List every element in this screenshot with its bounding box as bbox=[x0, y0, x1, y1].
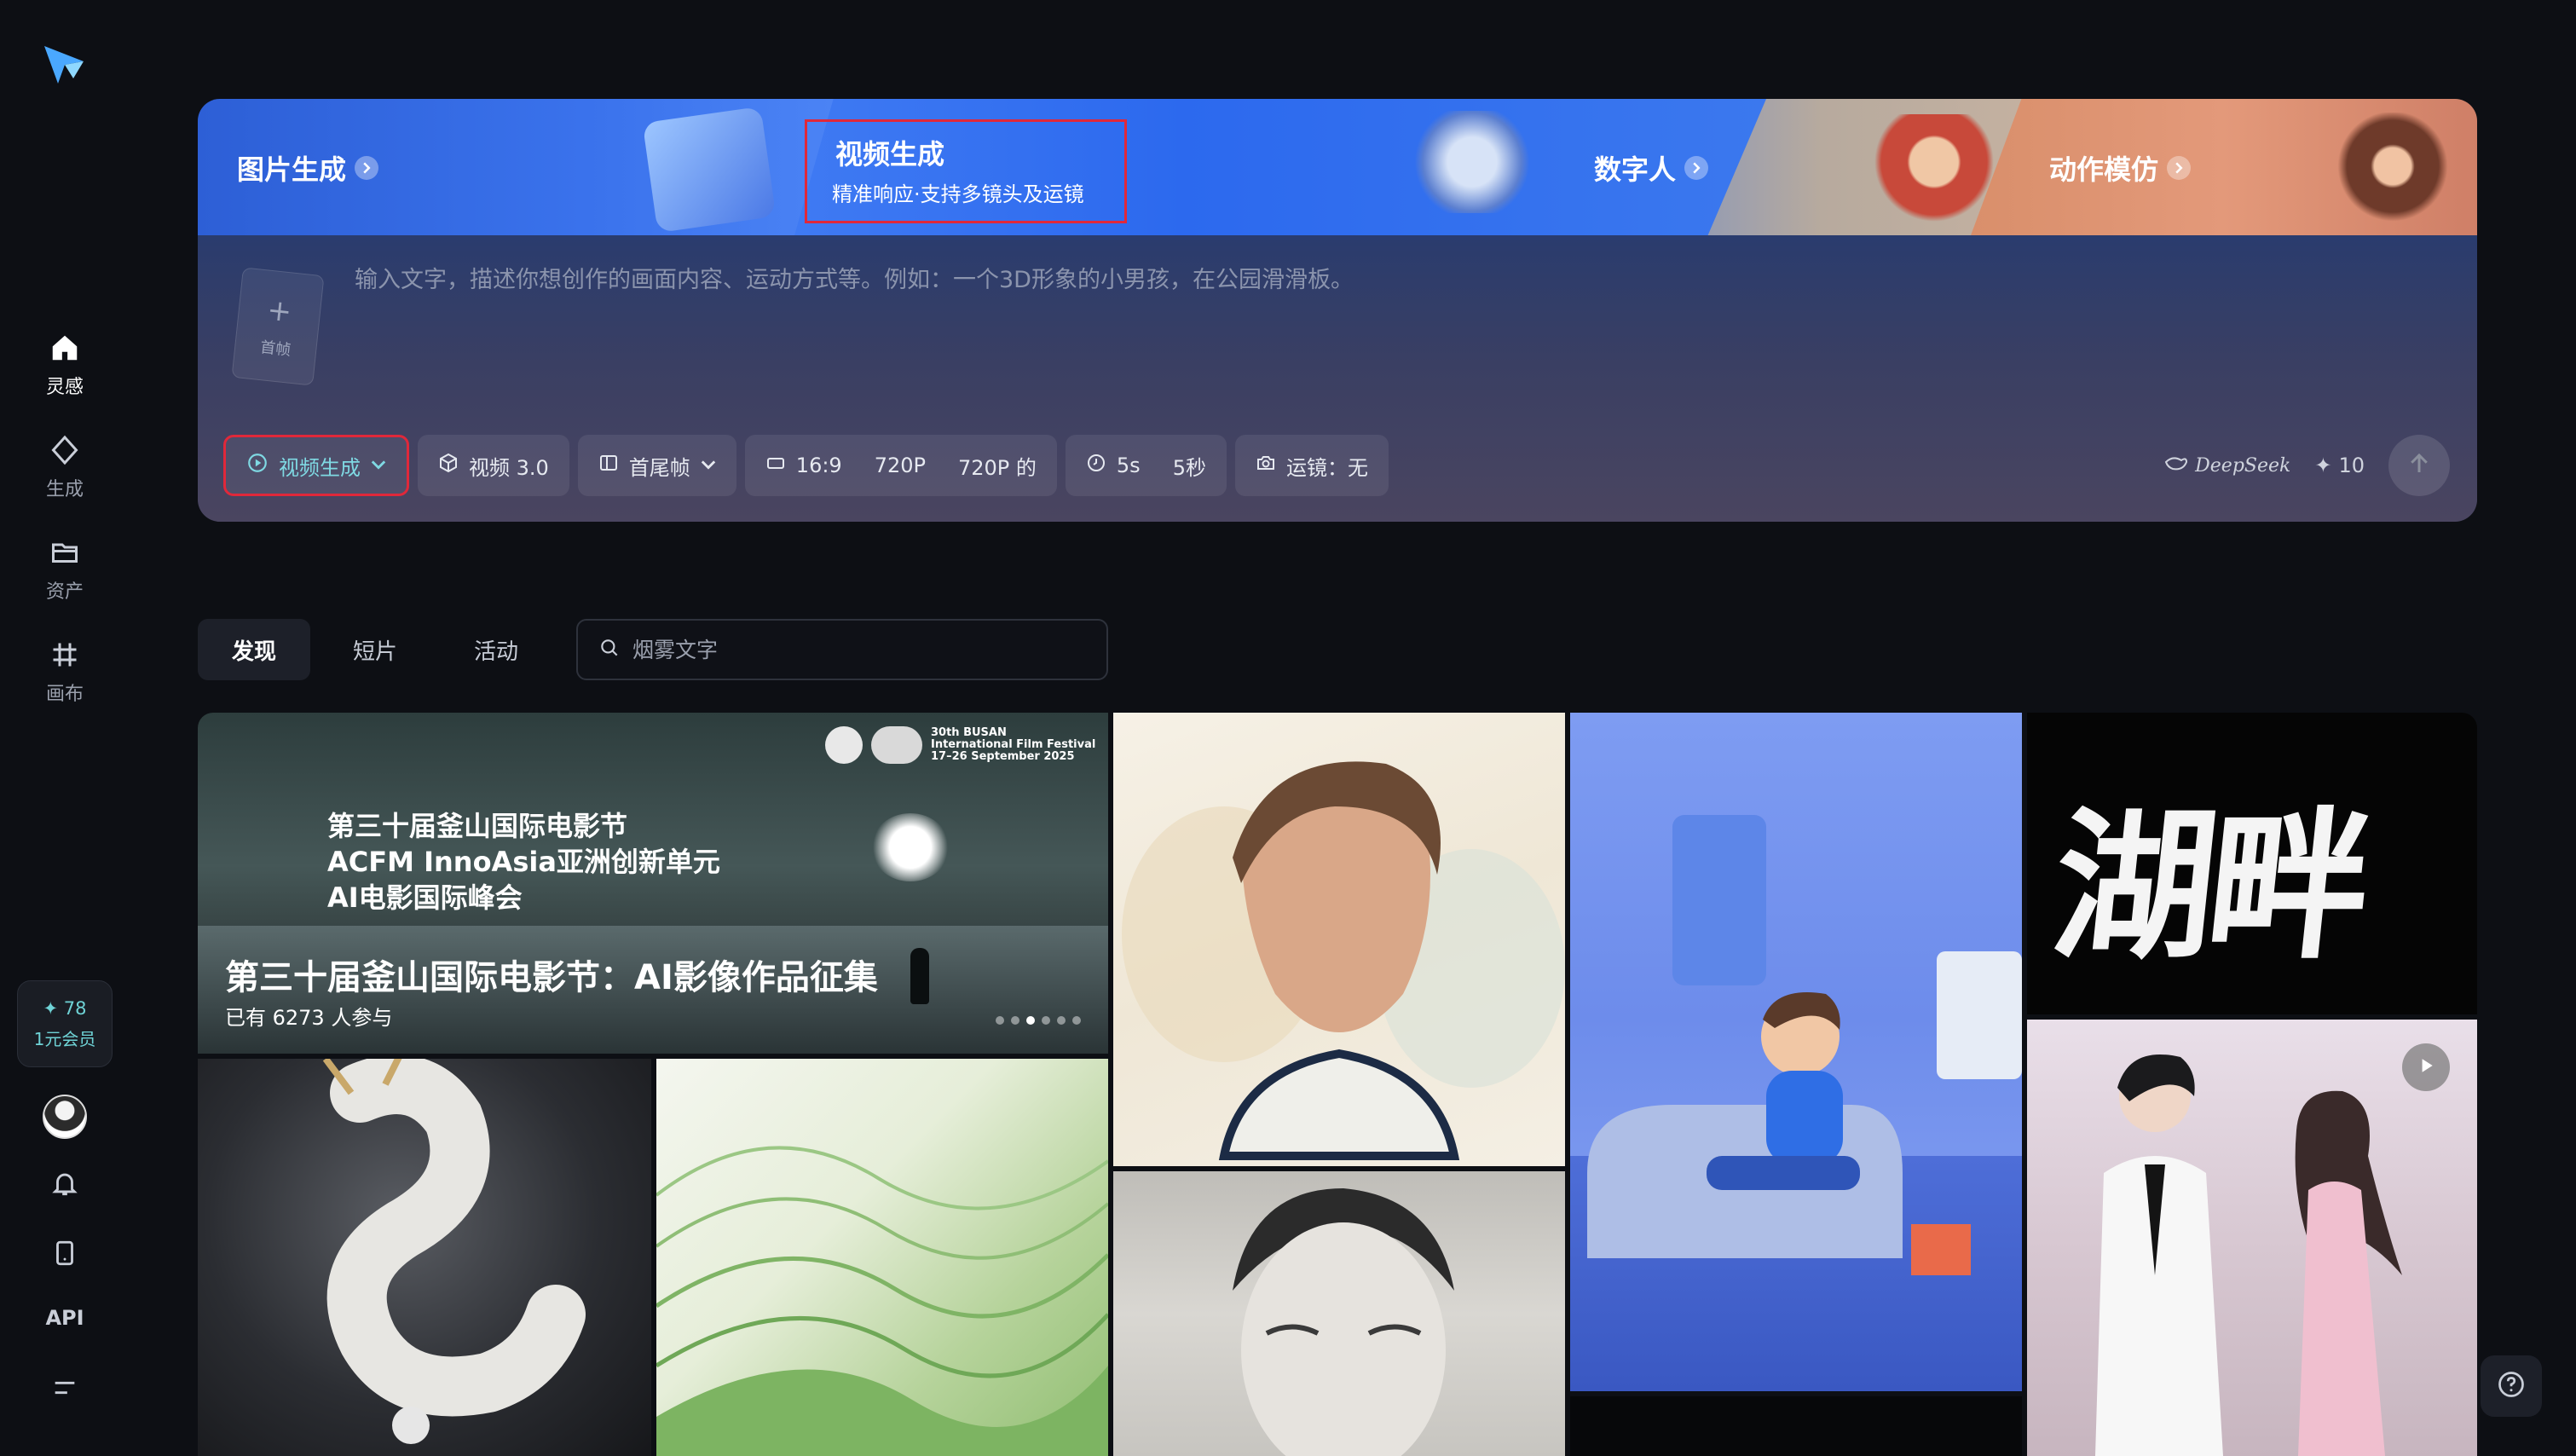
search-icon bbox=[598, 637, 621, 662]
video-tab-highlight bbox=[805, 119, 1127, 223]
frame-icon bbox=[598, 453, 619, 478]
person-silhouette bbox=[910, 948, 929, 1004]
duration-button[interactable]: 5s 5秒 bbox=[1065, 435, 1227, 496]
cube-icon bbox=[438, 453, 459, 478]
motion-figure-illustration bbox=[2329, 113, 2457, 232]
play-button[interactable] bbox=[2402, 1043, 2450, 1091]
gallery-item-dark[interactable] bbox=[1570, 1396, 2022, 1456]
airplane-illustration bbox=[1408, 111, 1536, 213]
aspect-ratio-icon bbox=[765, 453, 786, 478]
sidebar-item-label: 画布 bbox=[45, 684, 84, 705]
sparkle-icon: ✦ bbox=[2314, 454, 2332, 477]
credit-cost: ✦ 10 bbox=[2314, 454, 2365, 477]
wave-pattern-art bbox=[656, 1146, 1108, 1456]
sidebar-item-generate[interactable]: 生成 bbox=[22, 431, 107, 513]
menu-icon[interactable] bbox=[44, 1367, 85, 1408]
deepseek-badge[interactable]: DeepSeek bbox=[2164, 454, 2290, 477]
frame-select-button[interactable]: 首尾帧 bbox=[577, 435, 736, 496]
sidebar-item-label: 生成 bbox=[45, 479, 84, 500]
clock-icon bbox=[1086, 453, 1106, 478]
generation-toolbar: 视频生成 视频 3.0 首尾帧 16:9 720P 720P 的 5s 5秒 运… bbox=[223, 435, 1389, 496]
gallery-item-green-waves[interactable] bbox=[656, 1059, 1108, 1456]
diamond-icon bbox=[46, 431, 84, 469]
help-button[interactable] bbox=[2481, 1355, 2542, 1417]
api-link[interactable]: API bbox=[34, 1306, 95, 1330]
sidebar-item-canvas[interactable]: 画布 bbox=[22, 636, 107, 718]
mode-select-button[interactable]: 视频生成 bbox=[223, 435, 409, 496]
whale-icon bbox=[2164, 454, 2188, 477]
prompt-area: + 首帧 视频生成 视频 3.0 首尾帧 16:9 720P bbox=[198, 235, 2477, 522]
festival-mark-icon bbox=[871, 726, 922, 764]
chevron-right-icon bbox=[355, 156, 379, 180]
search-input[interactable] bbox=[632, 637, 1076, 662]
gallery-item-couple-video[interactable] bbox=[2027, 1020, 2477, 1456]
tab-discover[interactable]: 发现 bbox=[198, 619, 311, 680]
generator-panel: 图片生成 视频生成 数字人 动作模仿 + 首帧 视频生成 bbox=[198, 99, 2477, 522]
ratio-resolution-button[interactable]: 16:9 720P 720P 的 bbox=[744, 435, 1057, 496]
search-box bbox=[576, 619, 1108, 680]
submit-tools: DeepSeek ✦ 10 bbox=[2164, 435, 2450, 496]
gallery-item-dragon[interactable] bbox=[198, 1059, 651, 1456]
video-generate-icon bbox=[246, 452, 269, 479]
camera-motion-button[interactable]: 运镜：无 bbox=[1234, 435, 1389, 496]
tab-image-title: 图片生成 bbox=[237, 148, 379, 188]
folder-icon bbox=[46, 534, 84, 571]
banner-headline: 第三十届釜山国际电影节 ACFM InnoAsia亚洲创新单元 AI电影国际峰会 bbox=[327, 810, 720, 914]
festival-seal-icon bbox=[825, 726, 863, 764]
home-icon bbox=[46, 329, 84, 367]
bell-icon[interactable] bbox=[44, 1163, 85, 1204]
membership-label: 1元会员 bbox=[33, 1028, 96, 1049]
sidebar-item-inspiration[interactable]: 灵感 bbox=[22, 329, 107, 411]
dragon-art bbox=[322, 1059, 586, 1444]
sidebar: 灵感 生成 资产 画布 ✦ 78 1元会员 API bbox=[0, 0, 130, 1456]
prompt-input[interactable] bbox=[355, 263, 2315, 297]
tab-motion-title: 动作模仿 bbox=[2049, 148, 2192, 188]
tab-shorts[interactable]: 短片 bbox=[319, 619, 431, 680]
banner-participants: 已有 6273 人参与 bbox=[225, 1006, 393, 1030]
digital-human-avatar bbox=[1870, 114, 1998, 234]
banner-title: 第三十届釜山国际电影节：AI影像作品征集 bbox=[225, 958, 878, 997]
avatar[interactable] bbox=[43, 1095, 87, 1139]
model-select-button[interactable]: 视频 3.0 bbox=[418, 435, 569, 496]
play-icon bbox=[2417, 1056, 2435, 1078]
canvas-icon bbox=[46, 636, 84, 673]
tab-digital-title: 数字人 bbox=[1594, 148, 1709, 188]
upload-label: 首帧 bbox=[259, 338, 292, 360]
credits-count: ✦ 78 bbox=[43, 997, 87, 1019]
pencil-portrait-art bbox=[1233, 1188, 1454, 1456]
gallery-item-watercolor-portrait[interactable] bbox=[1113, 713, 1565, 1166]
gallery-item-calligraphy[interactable]: 湖畔 bbox=[2027, 713, 2477, 1014]
submit-button[interactable] bbox=[2388, 435, 2450, 496]
chevron-down-icon bbox=[371, 454, 386, 477]
app-logo-icon[interactable] bbox=[39, 39, 90, 90]
glowing-orb bbox=[871, 813, 950, 881]
help-icon bbox=[2496, 1369, 2527, 1403]
chevron-right-icon bbox=[2167, 156, 2192, 180]
sidebar-item-label: 灵感 bbox=[45, 377, 84, 398]
tab-events[interactable]: 活动 bbox=[440, 619, 552, 680]
plus-icon: + bbox=[265, 292, 294, 330]
whale-illustration bbox=[642, 106, 777, 234]
calligraphy-text: 湖畔 bbox=[2044, 791, 2372, 981]
sidebar-item-assets[interactable]: 资产 bbox=[22, 534, 107, 615]
video-tab-subtitle: 精准响应·支持多镜头及运镜 bbox=[832, 182, 1084, 206]
festival-logo: 30th BUSAN International Film Festival 1… bbox=[825, 726, 1095, 764]
first-frame-upload[interactable]: + 首帧 bbox=[231, 267, 325, 386]
membership-credits-button[interactable]: ✦ 78 1元会员 bbox=[17, 980, 113, 1067]
watercolor-portrait-art bbox=[1122, 761, 1565, 1160]
generator-tabs: 图片生成 视频生成 数字人 动作模仿 bbox=[198, 99, 2477, 235]
arrow-up-icon bbox=[2406, 451, 2432, 480]
gallery-item-3d-room[interactable] bbox=[1570, 713, 2022, 1391]
carousel-dots[interactable] bbox=[996, 1016, 1081, 1025]
camera-icon bbox=[1256, 453, 1276, 478]
mobile-icon[interactable] bbox=[44, 1233, 85, 1274]
feed-tabs: 发现 短片 活动 bbox=[198, 619, 552, 680]
chevron-down-icon bbox=[701, 454, 716, 477]
festival-banner[interactable]: 30th BUSAN International Film Festival 1… bbox=[198, 713, 1108, 1054]
gallery-item-pencil-portrait[interactable] bbox=[1113, 1171, 1565, 1456]
3d-room-art bbox=[1587, 815, 2022, 1275]
chevron-right-icon bbox=[1684, 156, 1709, 180]
sidebar-item-label: 资产 bbox=[45, 581, 84, 603]
